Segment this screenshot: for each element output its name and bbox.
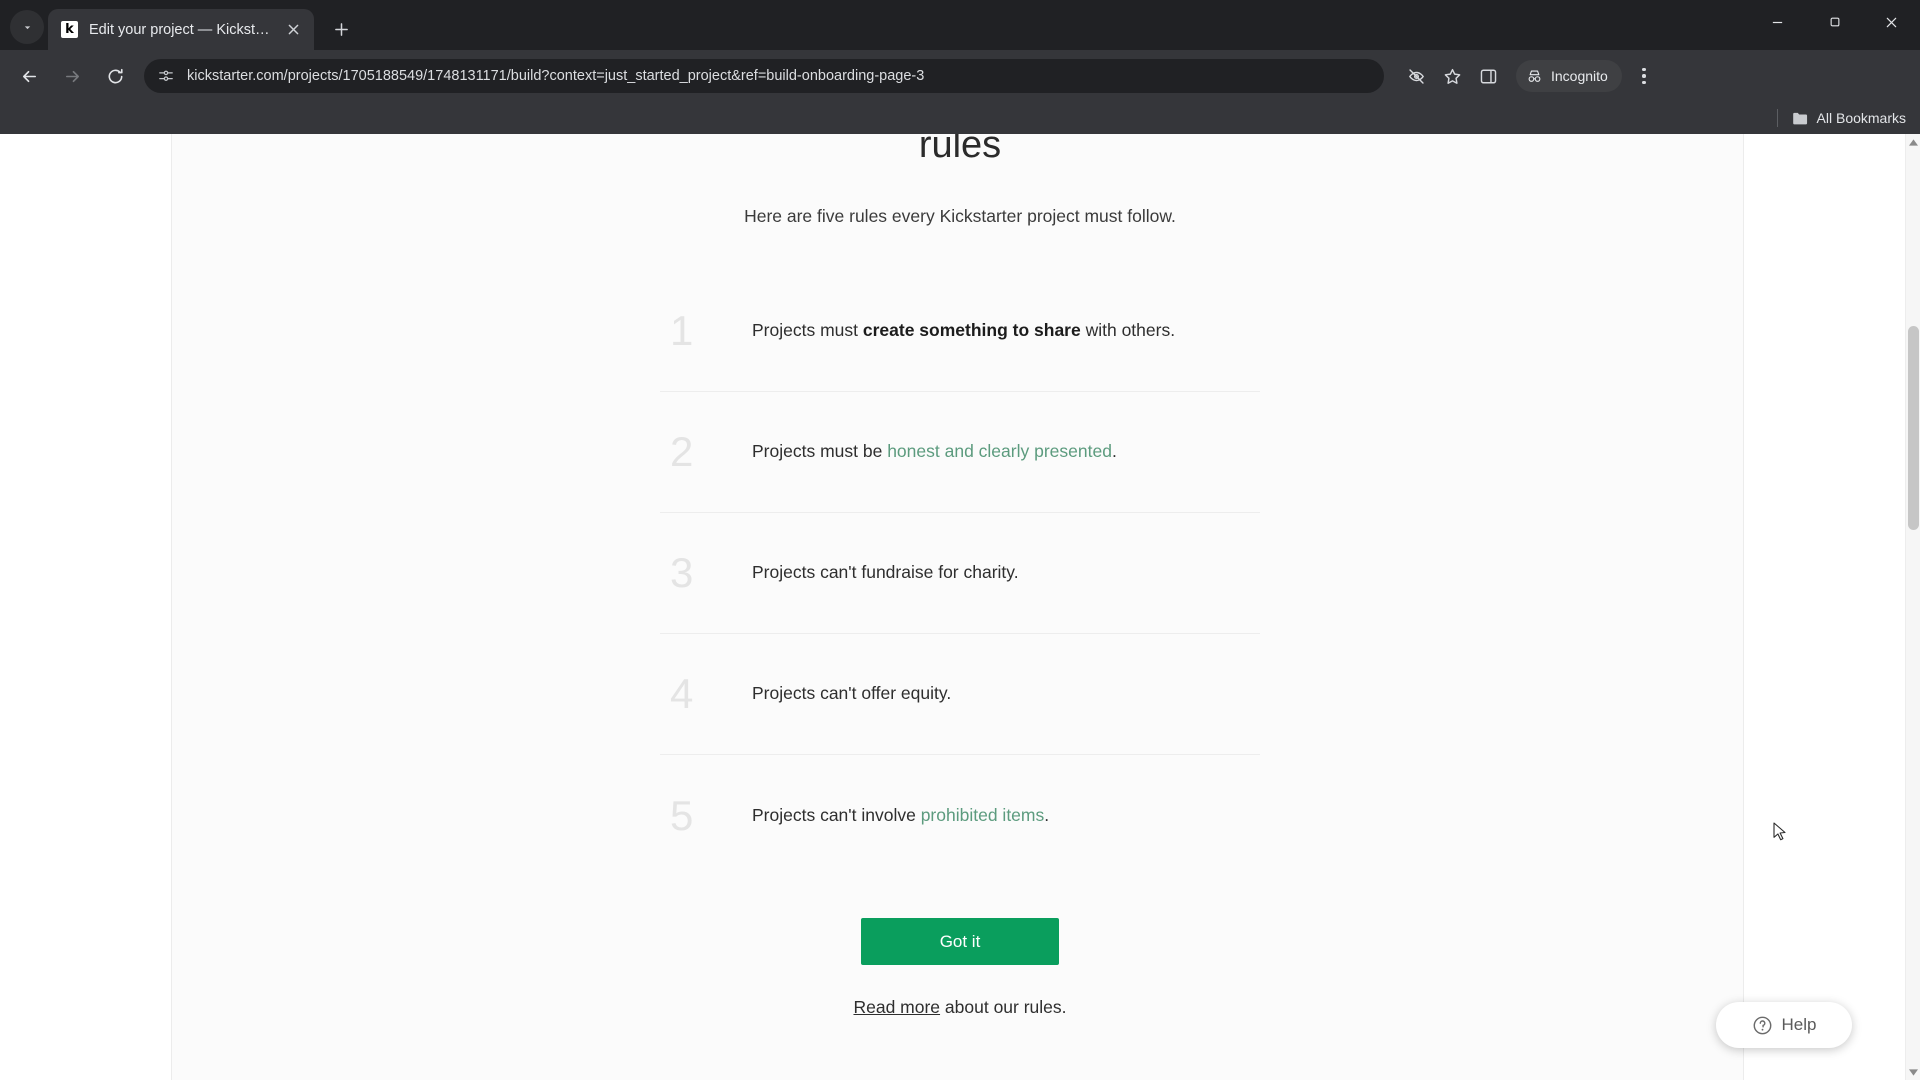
all-bookmarks-button[interactable]: All Bookmarks [1792, 110, 1906, 126]
arrow-right-icon [55, 59, 89, 93]
rule-number: 1 [670, 307, 694, 354]
honest-and-clearly-presented-link[interactable]: honest and clearly presented [887, 441, 1112, 461]
page-scrollbar[interactable] [1905, 134, 1920, 1080]
browser-tab[interactable]: k Edit your project — Kickstarter [48, 9, 314, 50]
rule-text: Projects can't offer equity. [752, 681, 951, 706]
help-widget[interactable]: Help [1716, 1002, 1852, 1048]
minimize-icon[interactable] [1749, 0, 1806, 44]
rule-text-suffix: with others. [1080, 320, 1176, 341]
tab-title: Edit your project — Kickstarter [89, 21, 276, 38]
address-bar[interactable]: kickstarter.com/projects/1705188549/1748… [144, 59, 1384, 93]
read-more-link[interactable]: Read more [853, 997, 940, 1017]
incognito-label: Incognito [1551, 68, 1608, 84]
rule-text: Projects must create something to share … [752, 318, 1175, 343]
reload-icon[interactable] [98, 59, 132, 93]
tab-search-icon[interactable] [10, 10, 44, 44]
read-more-line: Read more about our rules. [660, 997, 1260, 1018]
folder-icon [1792, 111, 1809, 126]
question-circle-icon [1752, 1015, 1773, 1036]
rule-text-prefix: Projects can't fundraise for charity. [752, 562, 1019, 583]
rule-item: 3 Projects can't fundraise for charity. [660, 513, 1260, 634]
star-icon[interactable] [1436, 60, 1468, 92]
rule-number: 3 [670, 549, 694, 596]
rule-text-prefix: Projects can't involve [752, 804, 921, 825]
page-viewport: rules Here are five rules every Kickstar… [0, 134, 1920, 1080]
rule-number: 4 [670, 670, 694, 717]
rule-text: Projects must be honest and clearly pres… [752, 439, 1117, 464]
window-controls [1749, 0, 1920, 50]
arrow-left-icon[interactable] [12, 59, 46, 93]
incognito-indicator[interactable]: Incognito [1516, 60, 1622, 92]
browser-toolbar: kickstarter.com/projects/1705188549/1748… [0, 50, 1920, 102]
got-it-button-container: Got it [660, 918, 1260, 965]
rule-item: 2 Projects must be honest and clearly pr… [660, 392, 1260, 513]
page-subtitle: Here are five rules every Kickstarter pr… [744, 206, 1176, 226]
three-dots-vertical-icon[interactable] [1628, 60, 1660, 92]
rule-item: 1 Projects must create something to shar… [660, 271, 1260, 392]
eye-slash-icon[interactable] [1400, 60, 1432, 92]
site-settings-icon[interactable] [158, 68, 174, 84]
page-title: rules [918, 134, 1002, 166]
tab-strip: k Edit your project — Kickstarter [0, 0, 1920, 50]
window-close-icon[interactable] [1863, 0, 1920, 44]
help-label: Help [1781, 1015, 1817, 1034]
bookmarks-bar: All Bookmarks [0, 102, 1920, 134]
side-panel-icon[interactable] [1472, 60, 1504, 92]
rules-modal-content: rules Here are five rules every Kickstar… [660, 134, 1260, 1018]
rule-text-prefix: Projects must be [752, 441, 888, 462]
all-bookmarks-label: All Bookmarks [1816, 110, 1906, 126]
scroll-down-icon[interactable] [1906, 1064, 1920, 1080]
prohibited-items-link[interactable]: prohibited items [921, 805, 1045, 825]
scrollbar-thumb[interactable] [1908, 326, 1919, 530]
incognito-icon [1526, 68, 1543, 85]
rule-text: Projects can't fundraise for charity. [752, 560, 1019, 585]
rule-text-bold: create something to share [862, 320, 1081, 341]
rule-item: 4 Projects can't offer equity. [660, 634, 1260, 755]
rule-text: Projects can't involve prohibited items. [752, 803, 1049, 828]
kickstarter-k-icon: k [61, 21, 78, 38]
bookmarks-divider [1776, 109, 1778, 127]
browser-chrome: k Edit your project — Kickstarter kickst… [0, 0, 1920, 134]
maximize-icon[interactable] [1806, 0, 1863, 44]
rule-number: 2 [670, 428, 694, 475]
rule-number: 5 [670, 791, 694, 839]
close-icon[interactable] [282, 19, 304, 41]
rule-item: 5 Projects can't involve prohibited item… [660, 755, 1260, 876]
scroll-up-icon[interactable] [1906, 134, 1920, 150]
rule-text-prefix: Projects can't offer equity. [752, 683, 952, 704]
rule-text-prefix: Projects must [752, 320, 863, 341]
got-it-button[interactable]: Got it [861, 918, 1059, 965]
url-text: kickstarter.com/projects/1705188549/1748… [187, 68, 925, 84]
new-tab-button[interactable] [324, 12, 358, 46]
rules-list: 1 Projects must create something to shar… [660, 271, 1260, 876]
rule-text-tail: . [1044, 804, 1050, 825]
rule-text-tail: . [1111, 441, 1117, 462]
read-more-tail: about our rules. [940, 997, 1067, 1017]
